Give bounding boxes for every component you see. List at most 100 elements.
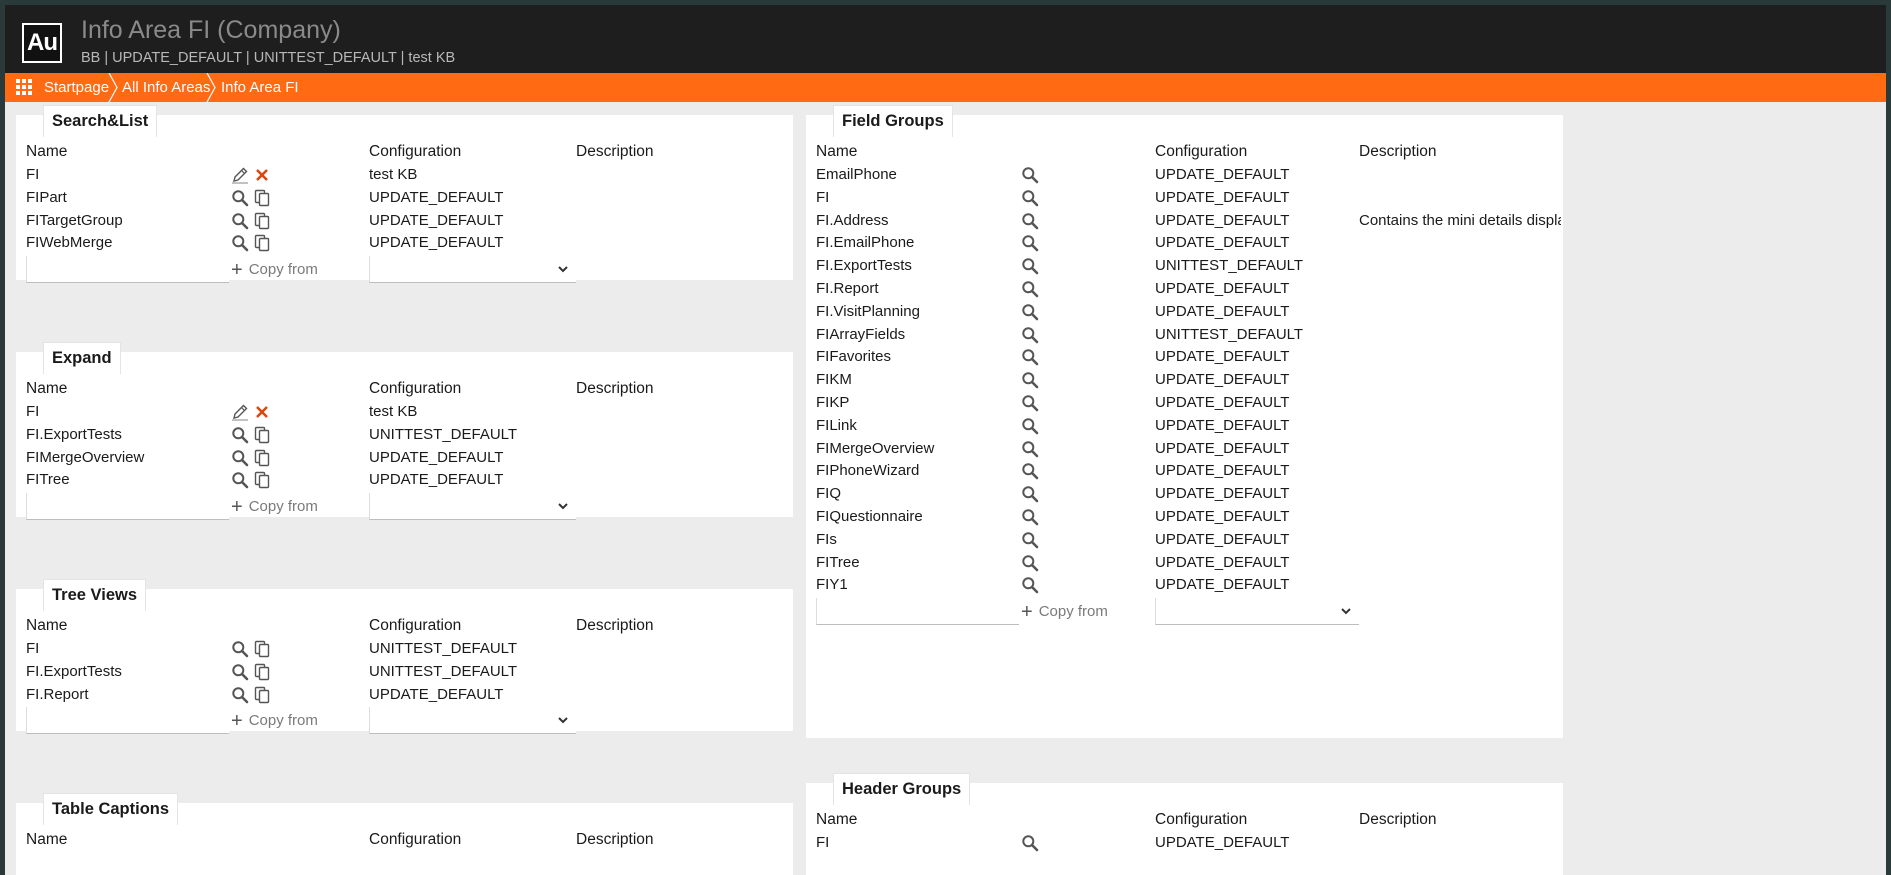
copy-from-button[interactable]: + Copy from: [231, 259, 318, 281]
row-name[interactable]: FI: [26, 640, 39, 657]
search-icon[interactable]: [1021, 371, 1039, 389]
copy-from-select[interactable]: [369, 707, 576, 734]
search-icon[interactable]: [1021, 212, 1039, 230]
search-icon[interactable]: [1021, 531, 1039, 549]
row-name[interactable]: FI.EmailPhone: [816, 234, 914, 251]
search-icon[interactable]: [1021, 257, 1039, 275]
copy-from-select[interactable]: [369, 256, 576, 283]
close-icon[interactable]: [253, 166, 271, 184]
row-name[interactable]: FITree: [26, 471, 70, 488]
row-configuration: UPDATE_DEFAULT: [1155, 303, 1290, 320]
copy-icon[interactable]: [253, 686, 271, 704]
copy-icon[interactable]: [253, 663, 271, 681]
search-icon[interactable]: [231, 189, 249, 207]
copy-icon[interactable]: [253, 426, 271, 444]
row-name[interactable]: FIY1: [816, 576, 848, 593]
new-name-input[interactable]: [816, 598, 1019, 625]
grid-icon[interactable]: [16, 79, 34, 97]
search-icon[interactable]: [231, 212, 249, 230]
search-icon[interactable]: [231, 663, 249, 681]
row-name[interactable]: FIKM: [816, 371, 852, 388]
plus-icon: +: [231, 710, 243, 732]
row-name[interactable]: FITargetGroup: [26, 212, 123, 229]
row-name[interactable]: FIPhoneWizard: [816, 462, 919, 479]
copy-from-label: Copy from: [248, 261, 318, 278]
row-name[interactable]: FI: [816, 834, 829, 851]
row-name[interactable]: FIPart: [26, 189, 67, 206]
search-icon[interactable]: [231, 686, 249, 704]
row-name[interactable]: FIs: [816, 531, 837, 548]
search-icon[interactable]: [1021, 440, 1039, 458]
row-name[interactable]: EmailPhone: [816, 166, 897, 183]
pencil-icon[interactable]: [231, 403, 249, 421]
new-name-input[interactable]: [26, 256, 229, 283]
row-name[interactable]: FI.Report: [26, 686, 89, 703]
row-name[interactable]: FI: [26, 166, 39, 183]
search-icon[interactable]: [1021, 554, 1039, 572]
copy-from-button[interactable]: + Copy from: [1021, 601, 1108, 623]
row-name[interactable]: FIKP: [816, 394, 849, 411]
search-icon[interactable]: [1021, 485, 1039, 503]
copy-icon[interactable]: [253, 189, 271, 207]
search-icon[interactable]: [231, 640, 249, 658]
panel-header-groups: Header Groups Name Configuration Descriptio…: [806, 773, 1563, 875]
row-name[interactable]: FI: [816, 189, 829, 206]
copy-icon[interactable]: [253, 471, 271, 489]
copy-icon[interactable]: [253, 212, 271, 230]
row-name[interactable]: FI.VisitPlanning: [816, 303, 920, 320]
search-icon[interactable]: [1021, 234, 1039, 252]
search-icon[interactable]: [1021, 834, 1039, 852]
search-icon[interactable]: [231, 471, 249, 489]
search-icon[interactable]: [1021, 576, 1039, 594]
row-name[interactable]: FI.ExportTests: [816, 257, 912, 274]
close-icon[interactable]: [253, 403, 271, 421]
search-icon[interactable]: [1021, 303, 1039, 321]
new-name-input[interactable]: [26, 707, 229, 734]
app-logo[interactable]: Au: [22, 23, 62, 63]
row-name[interactable]: FIFavorites: [816, 348, 891, 365]
row-name[interactable]: FIWebMerge: [26, 234, 112, 251]
row-name[interactable]: FI.Address: [816, 212, 889, 229]
search-icon[interactable]: [1021, 394, 1039, 412]
search-icon[interactable]: [1021, 166, 1039, 184]
search-icon[interactable]: [1021, 462, 1039, 480]
column-header-description: Description: [1359, 811, 1437, 828]
search-icon[interactable]: [1021, 417, 1039, 435]
row-name[interactable]: FIArrayFields: [816, 326, 905, 343]
row-name[interactable]: FI.ExportTests: [26, 426, 122, 443]
row-configuration: UPDATE_DEFAULT: [1155, 485, 1290, 502]
copy-icon[interactable]: [253, 449, 271, 467]
search-icon[interactable]: [1021, 508, 1039, 526]
row-configuration: UPDATE_DEFAULT: [1155, 462, 1290, 479]
column-header-configuration: Configuration: [369, 617, 462, 634]
copy-from-button[interactable]: + Copy from: [231, 496, 318, 518]
pencil-icon[interactable]: [231, 166, 249, 184]
search-icon[interactable]: [231, 426, 249, 444]
copy-from-select[interactable]: [369, 493, 576, 520]
row-name[interactable]: FI.ExportTests: [26, 663, 122, 680]
search-icon[interactable]: [1021, 326, 1039, 344]
breadcrumb-item-info-area-fi[interactable]: Info Area FI: [221, 73, 299, 102]
panel-expand: Expand Name Configuration Description FI test…: [16, 342, 793, 520]
search-icon[interactable]: [1021, 280, 1039, 298]
row-name[interactable]: FI.Report: [816, 280, 879, 297]
row-name[interactable]: FI: [26, 403, 39, 420]
search-icon[interactable]: [1021, 189, 1039, 207]
row-name[interactable]: FITree: [816, 554, 860, 571]
search-icon[interactable]: [231, 234, 249, 252]
search-icon[interactable]: [231, 449, 249, 467]
row-description: Contains the mini details displaye...: [1359, 212, 1561, 229]
breadcrumb-item-startpage[interactable]: Startpage: [44, 73, 109, 102]
row-name[interactable]: FIMergeOverview: [26, 449, 144, 466]
copy-icon[interactable]: [253, 640, 271, 658]
row-name[interactable]: FIMergeOverview: [816, 440, 934, 457]
copy-from-select[interactable]: [1155, 598, 1359, 625]
breadcrumb-item-all-info-areas[interactable]: All Info Areas: [122, 73, 210, 102]
row-name[interactable]: FILink: [816, 417, 857, 434]
search-icon[interactable]: [1021, 348, 1039, 366]
row-name[interactable]: FIQ: [816, 485, 841, 502]
new-name-input[interactable]: [26, 493, 229, 520]
row-name[interactable]: FIQuestionnaire: [816, 508, 923, 525]
copy-from-button[interactable]: + Copy from: [231, 710, 318, 732]
copy-icon[interactable]: [253, 234, 271, 252]
